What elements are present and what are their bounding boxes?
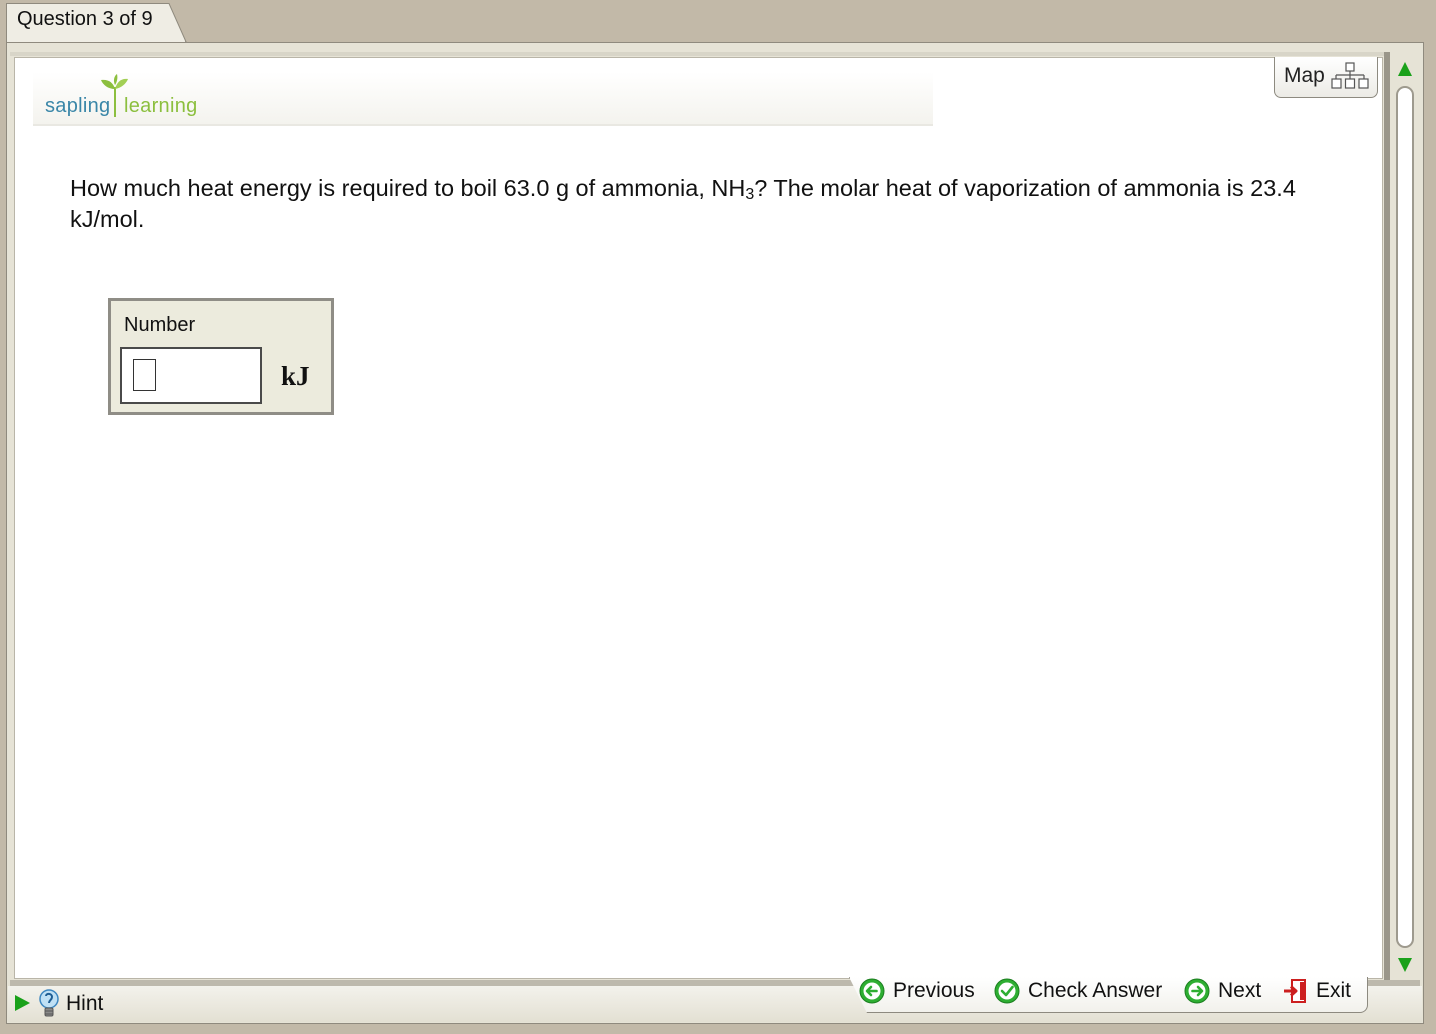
check-answer-button[interactable]: Check Answer <box>994 978 1162 1004</box>
scrollbar-thumb[interactable] <box>1396 86 1414 948</box>
map-button[interactable]: Map <box>1274 57 1378 98</box>
answer-unit: kJ <box>281 361 310 391</box>
answer-input-caret[interactable] <box>133 359 156 391</box>
sitemap-icon <box>1331 62 1369 89</box>
play-arrow-icon[interactable] <box>13 994 31 1012</box>
logo-text-sapling: sapling <box>45 95 111 117</box>
question-counter: Question 3 of 9 <box>17 8 153 30</box>
exit-door-icon <box>1284 979 1306 1003</box>
previous-button-label: Previous <box>893 979 975 1002</box>
previous-button[interactable]: Previous <box>859 978 975 1004</box>
map-button-label: Map <box>1284 64 1325 87</box>
check-answer-button-label: Check Answer <box>1028 979 1163 1002</box>
answer-label: Number <box>124 314 196 336</box>
scroll-up-arrow-icon[interactable] <box>1397 61 1413 77</box>
next-button[interactable]: Next <box>1184 978 1261 1004</box>
logo-text-learning: learning <box>124 95 198 117</box>
answer-input[interactable] <box>120 347 262 404</box>
scroll-down-arrow-icon[interactable] <box>1397 957 1413 973</box>
checkmark-icon <box>994 978 1020 1004</box>
lightbulb-icon[interactable] <box>38 989 60 1019</box>
question-text: How much heat energy is required to boil… <box>70 173 1320 235</box>
arrow-left-icon <box>859 978 885 1004</box>
frame-top-rail <box>10 52 1386 56</box>
next-button-label: Next <box>1218 979 1262 1002</box>
answer-box: Number kJ <box>108 298 334 415</box>
question-text-part1: How much heat energy is required to boil… <box>70 175 746 201</box>
arrow-right-icon <box>1184 978 1210 1004</box>
question-subscript: 3 <box>745 186 755 203</box>
exit-button-label: Exit <box>1316 979 1352 1002</box>
hint-button[interactable]: Hint <box>66 992 103 1016</box>
exit-button[interactable]: Exit <box>1282 978 1351 1004</box>
